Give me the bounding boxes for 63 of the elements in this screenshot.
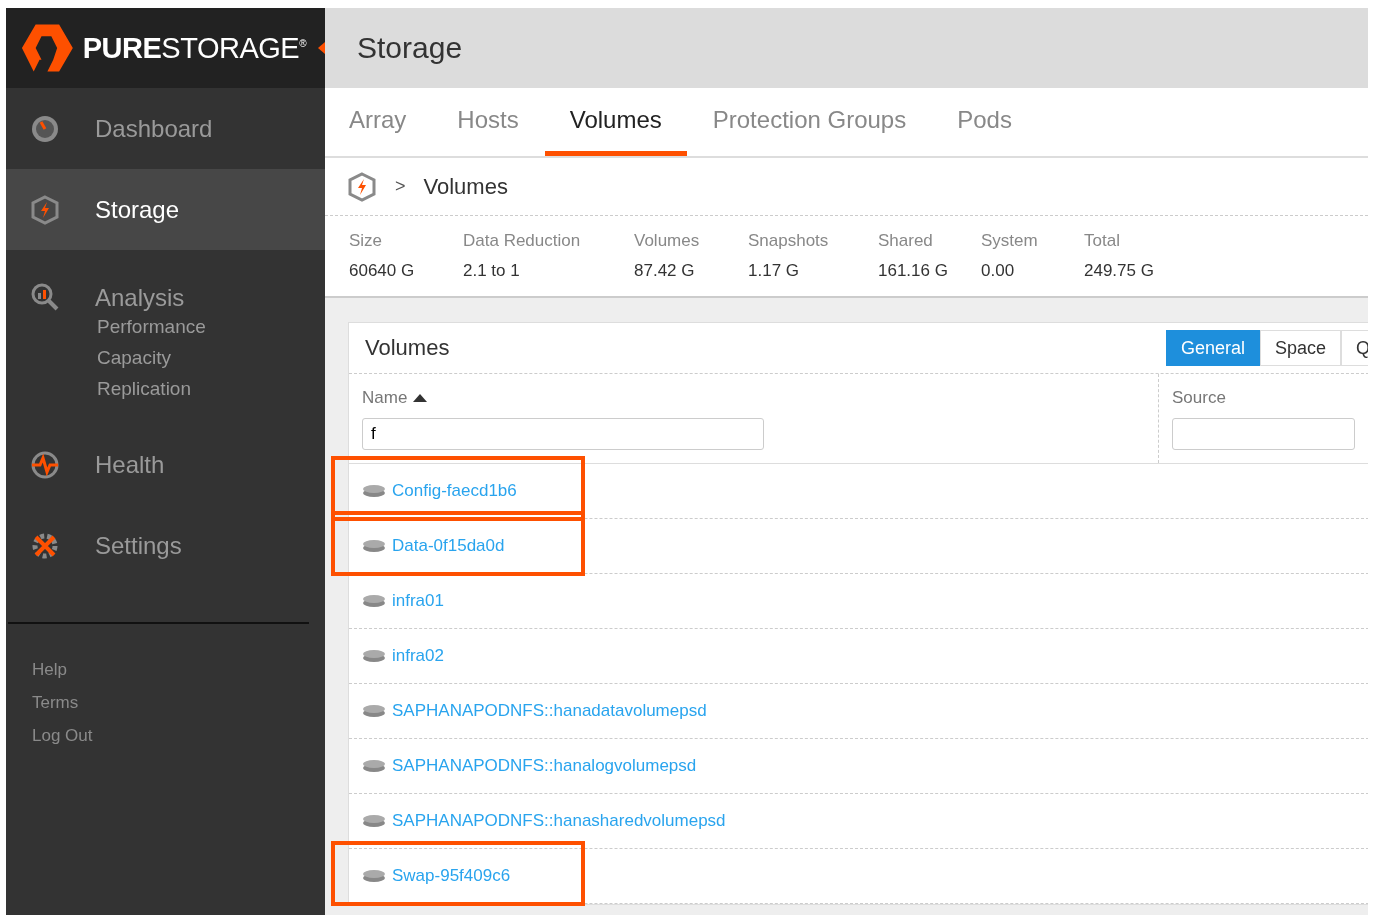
- stat-label: Size: [349, 231, 384, 251]
- volume-link[interactable]: Config-faecd1b6: [392, 481, 517, 501]
- stat-label: Shared: [878, 231, 934, 251]
- stat-value: 60640 G: [349, 261, 416, 281]
- volume-link[interactable]: infra01: [392, 591, 444, 611]
- storage-icon: [347, 171, 377, 202]
- volume-link[interactable]: SAPHANAPODNFS::hanalogvolumepsd: [392, 756, 697, 776]
- tab[interactable]: Array: [349, 88, 432, 156]
- disk-icon: [362, 539, 386, 553]
- column-header[interactable]: Name: [362, 388, 1158, 408]
- footer-link[interactable]: Terms: [32, 693, 325, 713]
- stat-label: Snapshots: [748, 231, 830, 251]
- stat-label: System: [981, 231, 1039, 251]
- view-toggle-button[interactable]: General: [1165, 330, 1260, 366]
- stat-value: 249.75 G: [1084, 261, 1155, 281]
- stat-value: 161.16 G: [878, 261, 949, 281]
- filter-field[interactable]: f: [362, 418, 764, 450]
- volume-link[interactable]: infra02: [392, 646, 444, 666]
- tab[interactable]: Pods: [932, 88, 1037, 156]
- disk-icon: [362, 594, 386, 608]
- nav-item[interactable]: Health: [6, 424, 325, 505]
- volume-link[interactable]: Swap-95f409c6: [392, 866, 511, 886]
- volume-link[interactable]: SAPHANAPODNFS::hanasharedvolumepsd: [392, 811, 726, 831]
- nav-subitem[interactable]: Capacity: [97, 347, 325, 369]
- storage-icon: [30, 194, 60, 225]
- disk-icon: [362, 484, 386, 498]
- stat-label: Volumes: [634, 231, 701, 251]
- logo-icon: [20, 22, 75, 74]
- nav-subitem[interactable]: Performance: [97, 316, 325, 338]
- column-header[interactable]: Source: [1172, 388, 1355, 408]
- volume-link[interactable]: SAPHANAPODNFS::hanadatavolumepsd: [392, 701, 707, 721]
- disk-icon: [362, 759, 386, 773]
- brand-logo-text: PURESTORAGE$^{®}$: [82, 31, 306, 65]
- heartbeat-icon: [30, 449, 60, 480]
- gauge-icon: [30, 113, 60, 144]
- card-title: Volumes: [365, 335, 451, 361]
- volume-link[interactable]: Data-0f15da0d: [392, 536, 505, 556]
- footer-link[interactable]: Log Out: [32, 726, 325, 746]
- breadcrumb-separator: >: [395, 176, 406, 197]
- nav-item[interactable]: Storage: [6, 169, 325, 250]
- tab[interactable]: Protection Groups: [687, 88, 932, 156]
- filter-field[interactable]: [1172, 418, 1355, 450]
- disk-icon: [362, 814, 386, 828]
- stat-value: 2.1 to 1: [463, 261, 521, 281]
- disk-icon: [362, 704, 386, 718]
- nav-subitem[interactable]: Replication: [97, 378, 325, 400]
- footer-link[interactable]: Help: [32, 660, 325, 680]
- nav-item[interactable]: Dashboard: [6, 88, 325, 169]
- nav-item[interactable]: Analysis: [6, 250, 325, 316]
- disk-icon: [362, 649, 386, 663]
- view-toggle-button[interactable]: Space: [1259, 330, 1341, 366]
- page-title: Storage: [357, 31, 463, 65]
- magnifier-chart-icon: [30, 282, 60, 312]
- breadcrumb-current: Volumes: [423, 173, 508, 200]
- disk-icon: [362, 869, 386, 883]
- stat-label: Total: [1084, 231, 1121, 251]
- nav-item[interactable]: Settings: [6, 505, 325, 586]
- stat-value: 0.00: [981, 261, 1016, 281]
- stat-label: Data Reduction: [463, 231, 582, 251]
- tab[interactable]: Volumes: [544, 88, 687, 156]
- stat-value: 87.42 G: [634, 261, 696, 281]
- stat-value: 1.17 G: [748, 261, 801, 281]
- tab[interactable]: Hosts: [432, 88, 544, 156]
